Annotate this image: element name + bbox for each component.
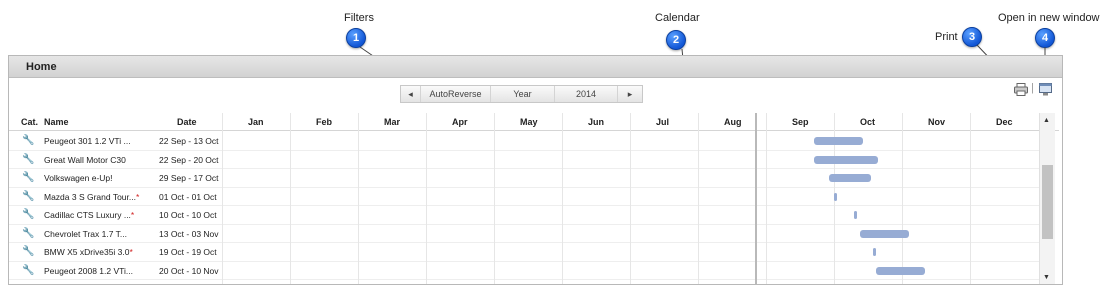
row-name[interactable]: Chevrolet Trax 1.7 T... (44, 229, 127, 239)
month-header-jun: Jun (588, 117, 605, 127)
table-row[interactable]: 🔧 Great Wall Motor C30 22 Sep - 20 Oct (9, 151, 1039, 169)
row-asterisk: * (135, 191, 140, 202)
month-header-feb: Feb (316, 117, 333, 127)
print-callout-badge: 3 (962, 27, 982, 47)
month-gridline (290, 113, 291, 284)
table-row[interactable]: 🔧 Mazda 3 S Grand Tour...* 01 Oct - 01 Oct (9, 188, 1039, 206)
month-gridline (562, 113, 563, 284)
filter-category[interactable]: AutoReverse (421, 86, 491, 102)
row-date: 19 Oct - 19 Oct (159, 247, 217, 257)
month-gridline (630, 113, 631, 284)
filter-year[interactable]: 2014 (555, 86, 618, 102)
wrench-icon: 🔧 (22, 246, 35, 257)
row-name[interactable]: Cadillac CTS Luxury ...* (44, 210, 134, 220)
wrench-icon: 🔧 (22, 264, 35, 276)
month-header-oct: Oct (860, 117, 876, 127)
gantt-bar[interactable] (829, 174, 872, 182)
month-header-jan: Jan (248, 117, 264, 127)
wrench-icon: 🔧 (22, 172, 35, 183)
month-gridline (698, 113, 699, 284)
gantt-bar[interactable] (813, 155, 878, 164)
month-header-nov: Nov (928, 117, 946, 127)
calendar-left-gridline (222, 113, 223, 284)
open-new-window-callout-label: Open in new window (998, 12, 1100, 24)
row-date: 29 Sep - 17 Oct (159, 173, 219, 183)
month-gridline (426, 113, 427, 284)
home-panel: Home ◂ AutoReverse Year 2014 ▸ | Cat. Na… (8, 55, 1063, 285)
filter-period[interactable]: Year (491, 86, 555, 102)
table-row[interactable]: 🔧 Peugeot 301 1.2 VTi ... 22 Sep - 13 Oct (9, 132, 1039, 151)
month-gridline (358, 113, 359, 284)
toolbar-separator: | (1031, 82, 1034, 94)
table-row[interactable]: 🔧 Cadillac CTS Luxury ...* 10 Oct - 10 Oct (9, 206, 1039, 225)
row-asterisk: * (130, 210, 135, 220)
row-date: 13 Oct - 03 Nov (159, 228, 219, 239)
calendar-callout-badge: 2 (666, 30, 686, 50)
filters-callout-label: Filters (344, 12, 374, 24)
open-new-window-callout-badge: 4 (1035, 28, 1055, 48)
month-gridline (902, 113, 903, 284)
wrench-icon: 🔧 (22, 190, 35, 202)
gantt-bar[interactable] (860, 229, 909, 238)
row-date: 01 Oct - 01 Oct (159, 191, 217, 202)
panel-title: Home (9, 56, 1062, 78)
month-header-aug: Aug (724, 117, 742, 127)
gantt-bar[interactable] (875, 266, 925, 275)
month-header-mar: Mar (384, 117, 401, 127)
month-gridline (494, 113, 495, 284)
row-date: 10 Oct - 10 Oct (159, 210, 217, 220)
month-header-apr: Apr (452, 117, 468, 127)
row-name[interactable]: Volkswagen e-Up! (44, 173, 113, 183)
vertical-scrollbar[interactable]: ▲ ▼ (1039, 113, 1055, 284)
row-name[interactable]: Mazda 3 S Grand Tour...* (44, 192, 139, 202)
gantt-bar[interactable] (853, 211, 857, 219)
row-name[interactable]: Peugeot 2008 1.2 VTi... (44, 266, 133, 276)
row-name[interactable]: Great Wall Motor C30 (44, 155, 126, 165)
new-window-icon[interactable] (1039, 83, 1052, 99)
today-marker (755, 113, 757, 284)
calendar-callout-label: Calendar (655, 12, 700, 24)
table-row[interactable]: 🔧 Volkswagen e-Up! 29 Sep - 17 Oct (9, 169, 1039, 188)
column-header-name[interactable]: Name (44, 117, 69, 127)
row-name[interactable]: BMW X5 xDrive35i 3.0* (44, 247, 133, 257)
row-date: 20 Oct - 10 Nov (159, 265, 219, 276)
wrench-icon: 🔧 (22, 153, 35, 165)
filter-next-button[interactable]: ▸ (618, 86, 642, 102)
filter-bar: ◂ AutoReverse Year 2014 ▸ (400, 85, 643, 103)
month-header-jul: Jul (656, 117, 670, 127)
filter-prev-button[interactable]: ◂ (401, 86, 421, 102)
printer-icon[interactable] (1014, 83, 1028, 99)
month-header-may: May (520, 117, 538, 127)
month-header-sep: Sep (792, 117, 809, 127)
column-header-cat[interactable]: Cat. (21, 117, 38, 127)
wrench-icon: 🔧 (22, 209, 35, 220)
gantt-bar[interactable] (813, 137, 863, 145)
task-list: 🔧 Peugeot 301 1.2 VTi ... 22 Sep - 13 Oct 🔧… (9, 132, 1039, 280)
wrench-icon: 🔧 (22, 135, 35, 146)
screenshot: Filters 1 Calendar 2 Print 3 Open in new… (0, 0, 1103, 288)
row-date: 22 Sep - 20 Oct (159, 154, 219, 165)
month-gridline (766, 113, 767, 284)
row-asterisk: * (129, 247, 133, 257)
column-header-date[interactable]: Date (177, 117, 197, 127)
print-callout-label: Print (935, 31, 958, 43)
month-header-dec: Dec (996, 117, 1013, 127)
scroll-down-arrow-icon[interactable]: ▼ (1043, 274, 1050, 281)
wrench-icon: 🔧 (22, 227, 35, 239)
row-date: 22 Sep - 13 Oct (159, 136, 219, 146)
month-gridline (970, 113, 971, 284)
scrollbar-thumb[interactable] (1042, 165, 1053, 239)
filters-callout-badge: 1 (346, 28, 366, 48)
gantt-bar[interactable] (834, 192, 837, 201)
table-row[interactable]: 🔧 BMW X5 xDrive35i 3.0* 19 Oct - 19 Oct (9, 243, 1039, 262)
scroll-up-arrow-icon[interactable]: ▲ (1043, 117, 1050, 124)
row-name[interactable]: Peugeot 301 1.2 VTi ... (44, 136, 131, 146)
